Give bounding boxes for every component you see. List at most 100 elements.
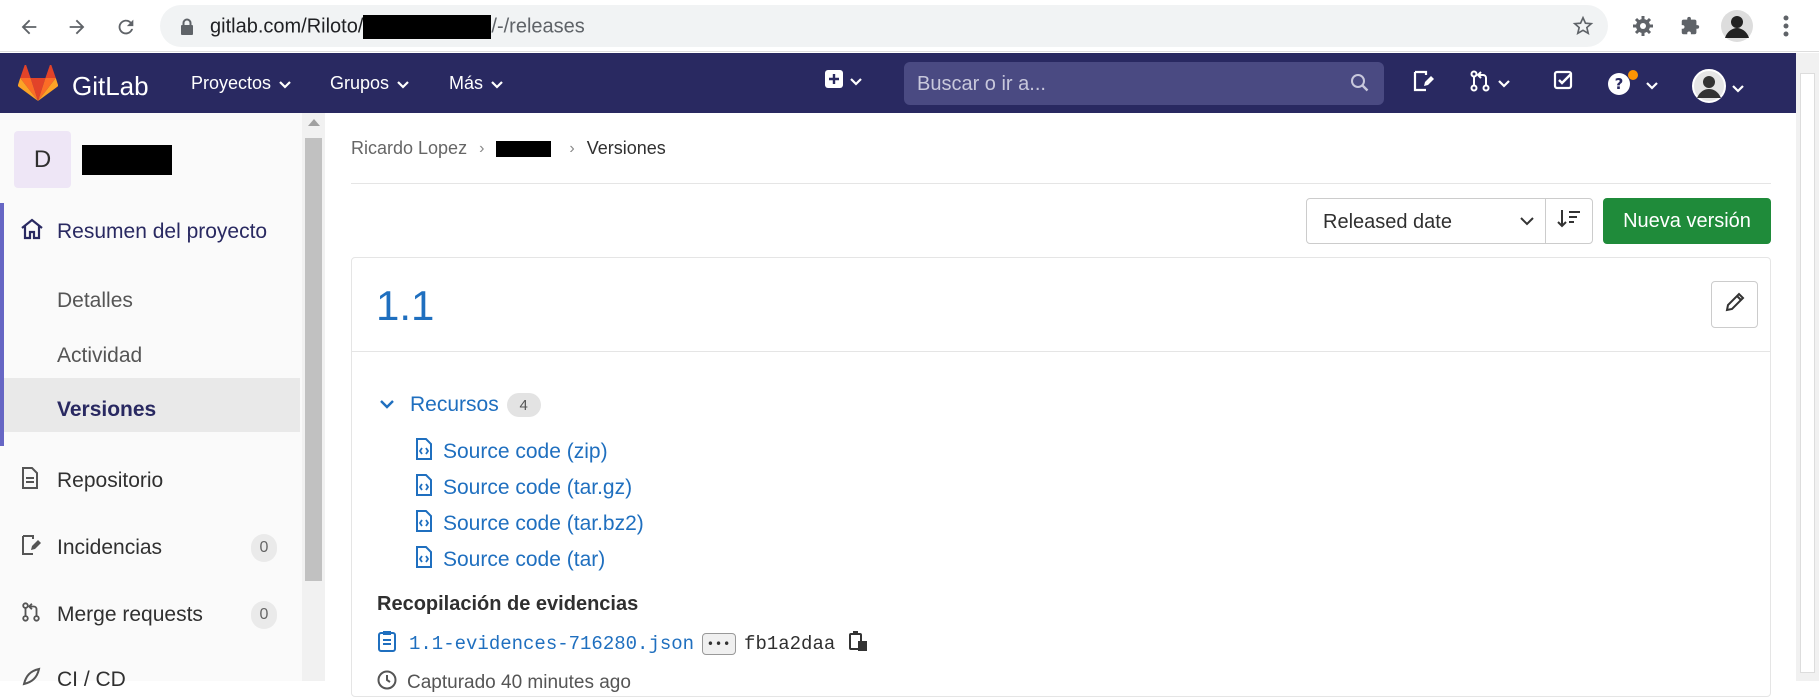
sidebar-item-label: Merge requests xyxy=(57,603,203,626)
menu-proyectos-label: Proyectos xyxy=(191,73,272,93)
clock-icon xyxy=(377,670,397,696)
assets-label: Recursos xyxy=(410,393,499,416)
asset-link[interactable]: Source code (tar.gz) xyxy=(415,474,632,502)
bookmark-star-icon[interactable] xyxy=(1572,15,1594,42)
chevron-down-icon xyxy=(380,396,394,414)
evidence-row: 1.1-evidences-716280.json ••• fb1a2daa xyxy=(377,630,869,658)
project-name-redacted xyxy=(82,144,172,175)
chevron-down-icon xyxy=(1498,75,1510,93)
doc-code-icon xyxy=(415,474,433,502)
sidebar-item-repositorio[interactable]: Repositorio xyxy=(0,466,300,496)
mr-count-badge: 0 xyxy=(251,601,277,629)
chevron-down-icon xyxy=(1520,213,1534,231)
url-text: gitlab.com/Riloto//-/releases xyxy=(210,15,585,39)
issues-icon xyxy=(20,534,42,562)
project-avatar: D xyxy=(14,131,71,188)
new-dropdown[interactable] xyxy=(824,69,862,94)
sidebar-item-merge-requests[interactable]: Merge requests 0 xyxy=(0,600,300,630)
gitlab-home-link[interactable]: GitLab xyxy=(17,64,149,107)
evidence-collected-text: Capturado 40 minutes ago xyxy=(407,672,631,693)
gitlab-navbar: GitLab Proyectos Grupos Más Buscar o ir … xyxy=(0,53,1796,113)
sidebar-item-incidencias[interactable]: Incidencias 0 xyxy=(0,533,300,563)
extensions-puzzle-icon[interactable] xyxy=(1674,10,1706,42)
merge-request-icon xyxy=(1468,69,1492,98)
asset-label: Source code (tar) xyxy=(443,548,606,571)
issues-nav-icon[interactable] xyxy=(1411,69,1435,93)
evidence-heading: Recopilación de evidencias xyxy=(377,593,639,615)
chevron-right-icon: › xyxy=(569,139,575,157)
gitlab-logo-icon xyxy=(17,64,59,107)
chevron-right-icon: › xyxy=(479,139,485,157)
issues-count-badge: 0 xyxy=(251,534,277,562)
sort-select-value: Released date xyxy=(1323,211,1452,233)
doc-code-icon xyxy=(415,510,433,538)
sort-direction-button[interactable] xyxy=(1545,198,1593,244)
back-icon[interactable] xyxy=(12,10,46,44)
sidebar-subitem-detalles[interactable]: Detalles xyxy=(57,289,133,313)
menu-mas[interactable]: Más xyxy=(449,73,503,94)
chevron-down-icon xyxy=(491,73,503,94)
asset-link[interactable]: Source code (tar.bz2) xyxy=(415,510,644,538)
forward-icon[interactable] xyxy=(60,10,94,44)
sort-select[interactable]: Released date xyxy=(1306,198,1547,244)
home-icon xyxy=(20,218,44,246)
asset-link[interactable]: Source code (tar) xyxy=(415,546,605,574)
rocket-icon xyxy=(20,666,42,694)
address-bar[interactable]: gitlab.com/Riloto//-/releases xyxy=(160,5,1608,47)
help-nav[interactable]: ? xyxy=(1606,69,1658,102)
plus-square-icon xyxy=(824,69,844,94)
sidebar-item-label: CI / CD xyxy=(57,668,126,691)
assets-count-badge: 4 xyxy=(506,393,541,417)
profile-avatar[interactable] xyxy=(1721,10,1753,42)
search-placeholder: Buscar o ir a... xyxy=(917,73,1046,95)
doc-code-icon xyxy=(415,546,433,574)
breadcrumb-owner[interactable]: Ricardo Lopez xyxy=(351,138,467,159)
user-avatar xyxy=(1692,69,1726,108)
copy-hash-icon[interactable] xyxy=(849,630,869,658)
divider xyxy=(351,183,1771,184)
reload-icon[interactable] xyxy=(109,10,143,44)
sidebar-subitem-versiones[interactable]: Versiones xyxy=(57,398,156,422)
merge-requests-nav[interactable] xyxy=(1468,69,1510,98)
help-icon: ? xyxy=(1606,69,1640,102)
menu-proyectos[interactable]: Proyectos xyxy=(191,73,291,94)
gitlab-brand: GitLab xyxy=(72,70,149,101)
sidebar-item-overview[interactable]: Resumen del proyecto xyxy=(0,217,300,247)
assets-toggle[interactable]: Recursos 4 xyxy=(380,393,541,417)
extension-gear-icon[interactable] xyxy=(1627,10,1659,42)
asset-label: Source code (zip) xyxy=(443,440,608,463)
expand-hash-button[interactable]: ••• xyxy=(702,633,737,655)
breadcrumb-project-redacted[interactable] xyxy=(496,140,552,157)
svg-text:?: ? xyxy=(1615,75,1624,93)
sidebar-item-overview-label: Resumen del proyecto xyxy=(57,220,268,243)
asset-label: Source code (tar.bz2) xyxy=(443,512,644,535)
menu-grupos[interactable]: Grupos xyxy=(330,73,409,94)
todos-nav-icon[interactable] xyxy=(1553,69,1575,91)
edit-release-button[interactable] xyxy=(1711,281,1758,328)
sidebar-scrollbar[interactable] xyxy=(302,113,325,681)
asset-link[interactable]: Source code (zip) xyxy=(415,438,608,466)
chevron-down-icon xyxy=(850,73,862,91)
breadcrumb-current: Versiones xyxy=(586,138,666,158)
merge-request-icon xyxy=(20,601,42,629)
user-menu[interactable] xyxy=(1692,69,1744,108)
search-input[interactable]: Buscar o ir a... xyxy=(904,62,1384,105)
project-sidebar: D Resumen del proyecto Detalles Activida… xyxy=(0,113,303,691)
pencil-icon xyxy=(1724,291,1746,318)
clipboard-icon xyxy=(377,630,397,658)
browser-menu-icon[interactable] xyxy=(1770,10,1802,42)
sort-lowest-icon xyxy=(1557,208,1581,235)
page-scrollbar[interactable] xyxy=(1796,53,1819,681)
sidebar-item-label: Repositorio xyxy=(57,469,164,492)
sidebar-subitem-actividad[interactable]: Actividad xyxy=(57,344,142,368)
sidebar-item-ci-cd[interactable]: CI / CD xyxy=(0,665,300,695)
search-icon xyxy=(1350,73,1370,98)
new-release-button[interactable]: Nueva versión xyxy=(1603,198,1771,244)
release-title-link[interactable]: 1.1 xyxy=(376,282,434,330)
chevron-down-icon xyxy=(397,73,409,94)
project-header[interactable]: D xyxy=(14,131,172,188)
breadcrumb: Ricardo Lopez › › Versiones xyxy=(351,138,666,159)
document-icon xyxy=(20,467,40,495)
evidence-hash: fb1a2daa xyxy=(744,633,836,655)
evidence-file-link[interactable]: 1.1-evidences-716280.json xyxy=(409,633,694,655)
